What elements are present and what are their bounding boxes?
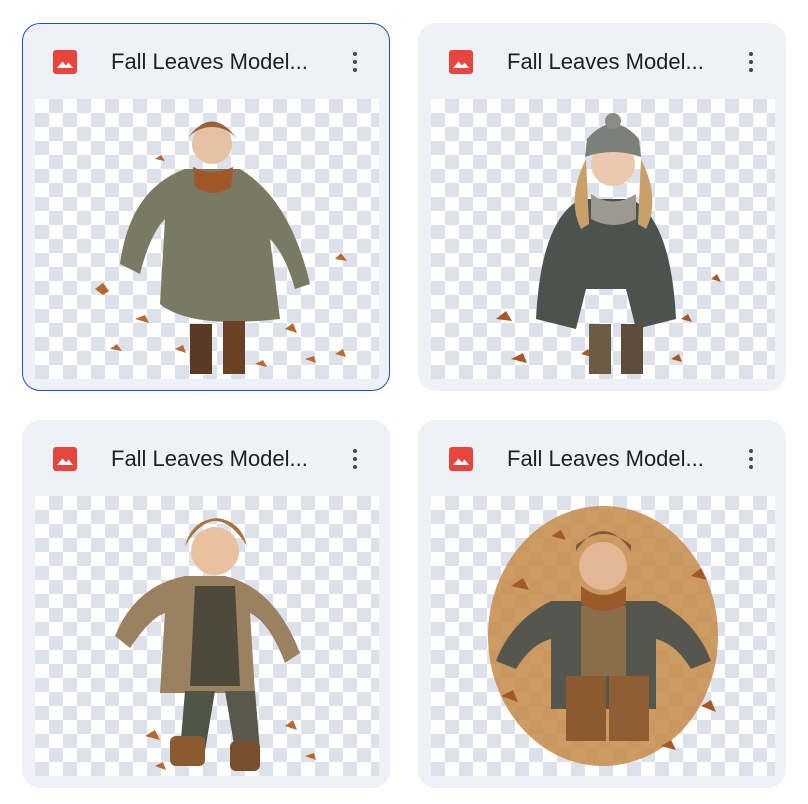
- file-card[interactable]: Fall Leaves Model...: [22, 420, 390, 788]
- more-options-button[interactable]: [737, 46, 765, 78]
- more-vert-icon: [353, 449, 357, 453]
- child-leaves-image: [95, 121, 347, 374]
- child-leaves-image: [496, 113, 721, 374]
- file-card-header: Fall Leaves Model...: [419, 421, 785, 495]
- file-title: Fall Leaves Model...: [111, 49, 308, 74]
- child-leaves-image: [488, 506, 718, 766]
- more-vert-icon: [353, 52, 357, 56]
- file-title: Fall Leaves Model...: [111, 446, 308, 471]
- more-options-button[interactable]: [341, 443, 369, 475]
- more-vert-icon: [749, 52, 753, 56]
- image-file-icon: [53, 50, 77, 74]
- file-thumbnail[interactable]: [35, 496, 379, 776]
- file-card[interactable]: Fall Leaves Model...: [418, 23, 786, 391]
- image-file-icon: [53, 447, 77, 471]
- more-options-button[interactable]: [341, 46, 369, 78]
- file-card[interactable]: Fall Leaves Model...: [418, 420, 786, 788]
- file-card[interactable]: Fall Leaves Model...: [22, 23, 390, 391]
- file-card-header: Fall Leaves Model...: [23, 24, 389, 98]
- file-card-header: Fall Leaves Model...: [419, 24, 785, 98]
- file-thumbnail[interactable]: [431, 99, 775, 379]
- file-card-header: Fall Leaves Model...: [23, 421, 389, 495]
- more-vert-icon: [749, 449, 753, 453]
- file-thumbnail[interactable]: [35, 99, 379, 379]
- child-leaves-image: [115, 518, 316, 771]
- file-title: Fall Leaves Model...: [507, 49, 704, 74]
- file-thumbnail[interactable]: [431, 496, 775, 776]
- image-file-icon: [449, 447, 473, 471]
- file-title: Fall Leaves Model...: [507, 446, 704, 471]
- more-options-button[interactable]: [737, 443, 765, 475]
- image-file-icon: [449, 50, 473, 74]
